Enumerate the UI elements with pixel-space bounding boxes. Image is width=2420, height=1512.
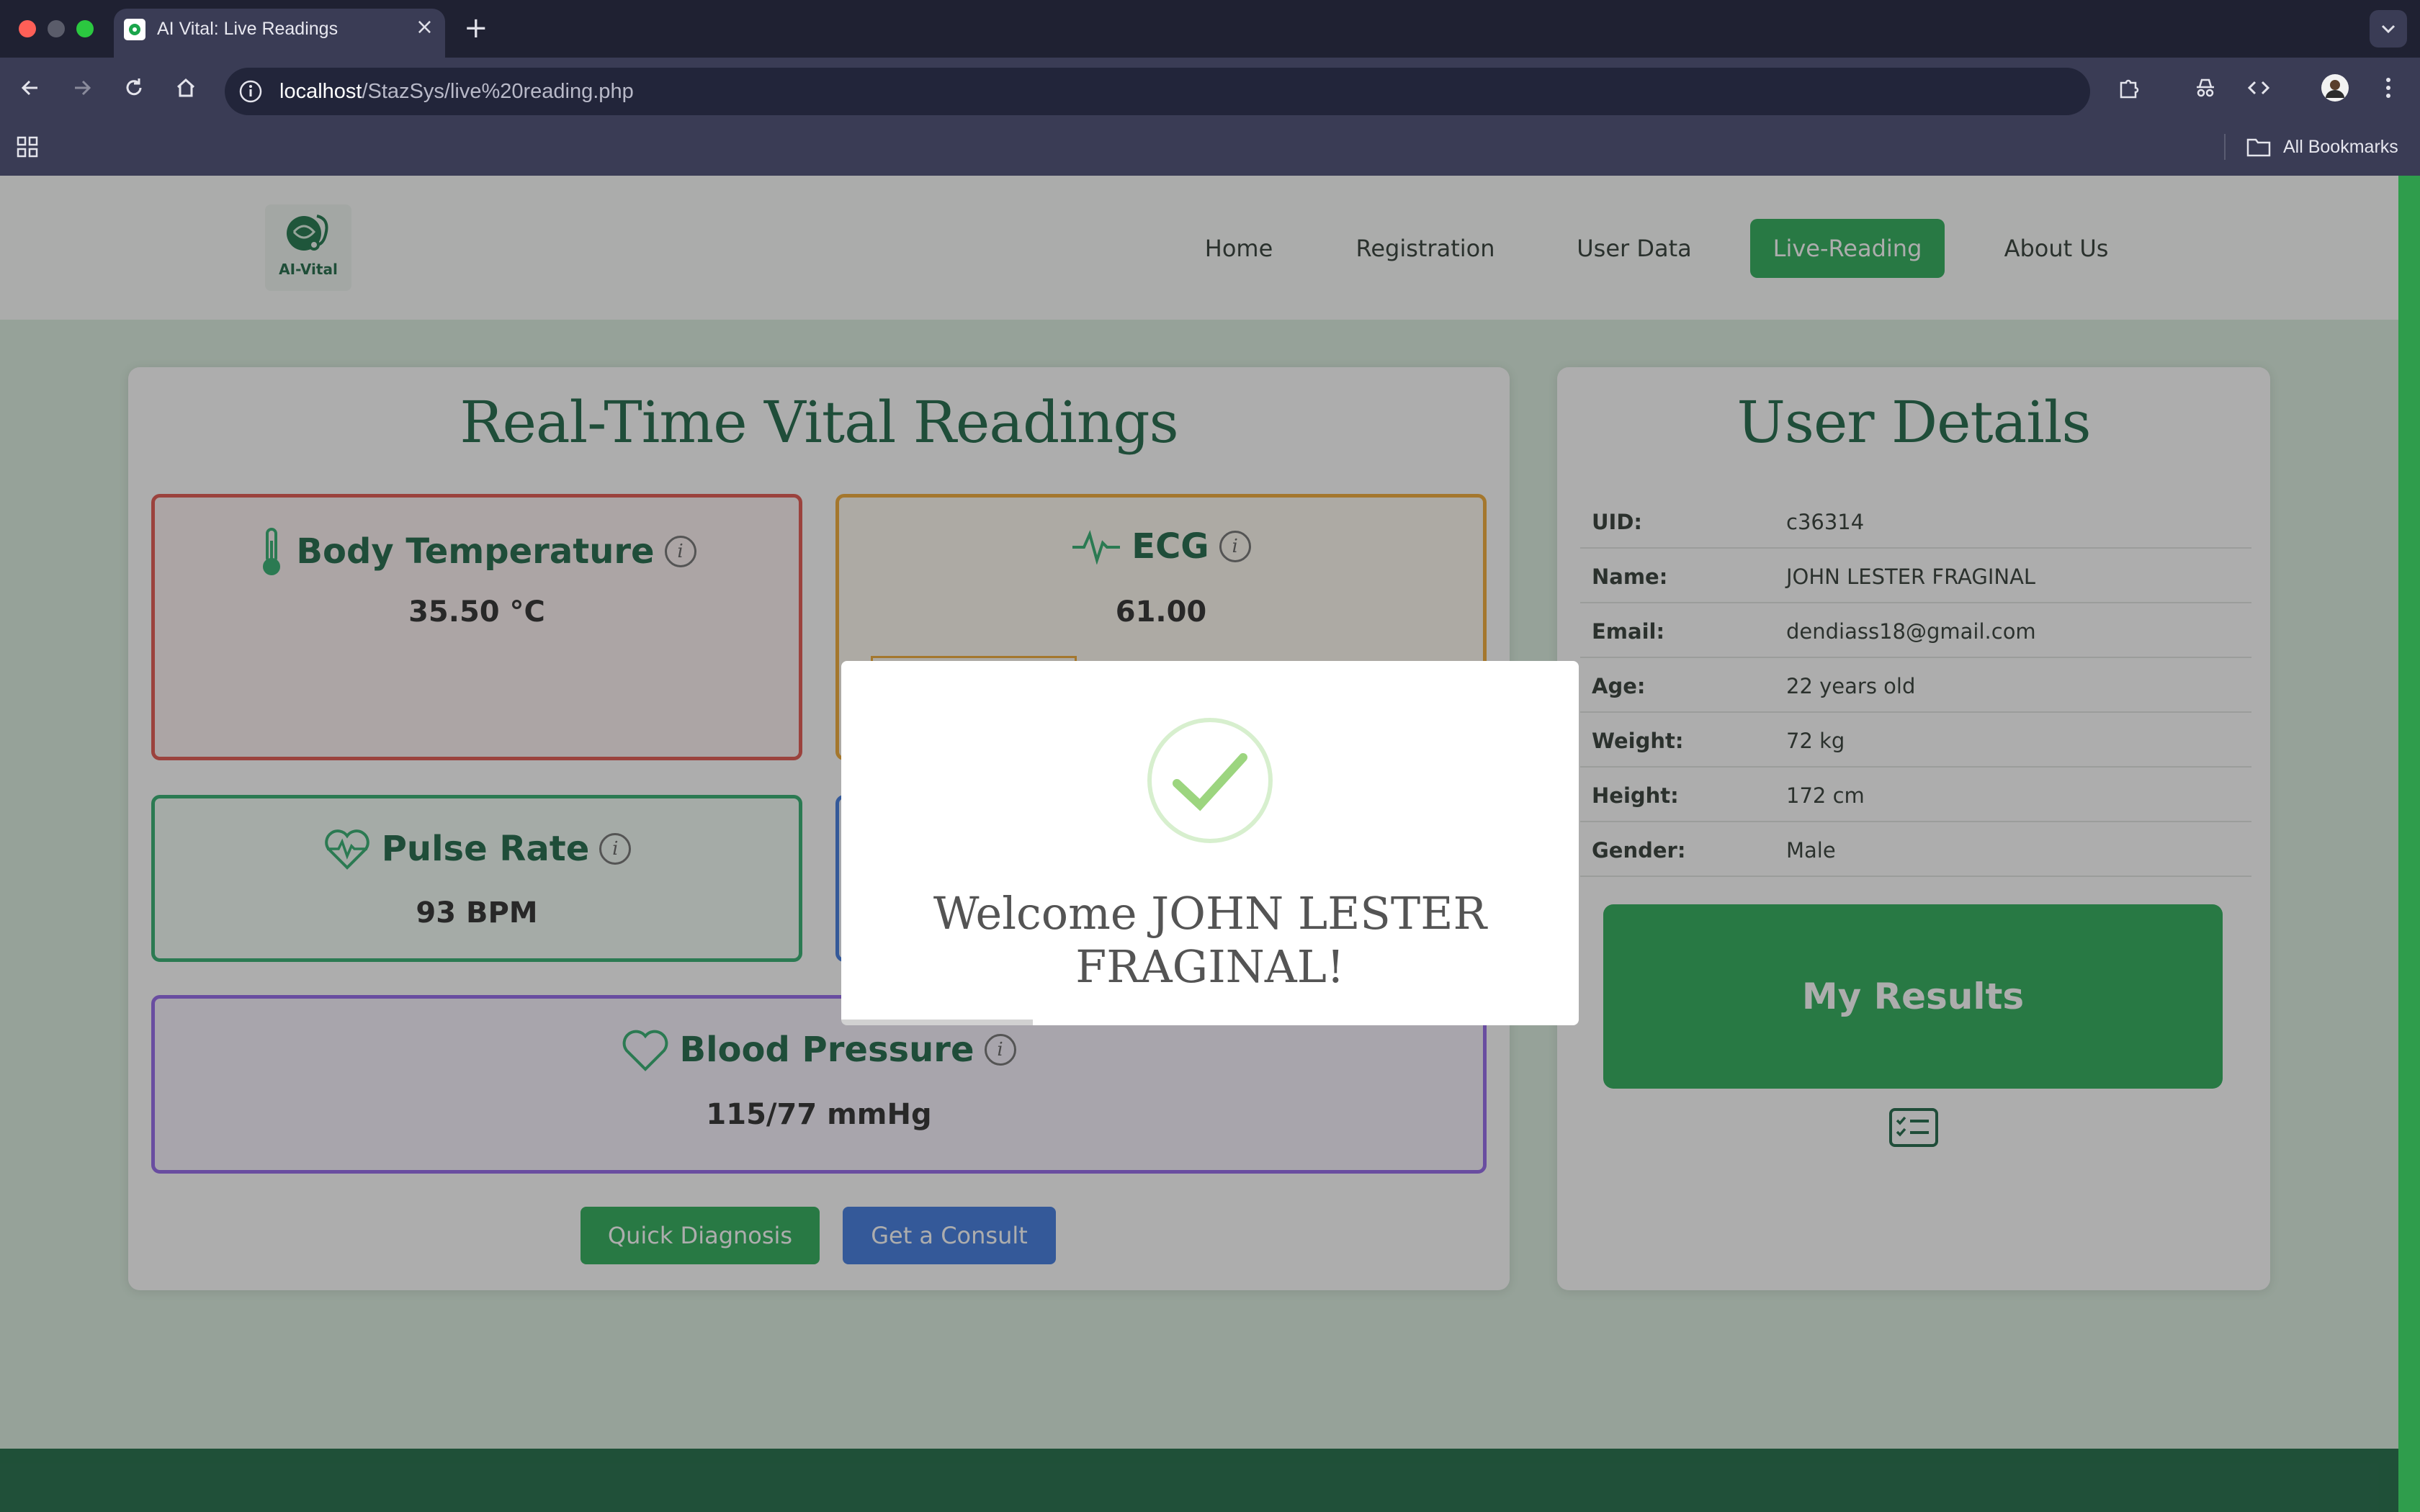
browser-menu-button[interactable] [2374,73,2403,102]
incognito-icon [2197,78,2214,97]
avatar-icon [2321,74,2349,102]
new-tab-button[interactable]: + [464,12,488,45]
arrow-left-icon [21,80,37,96]
site-favicon-icon [124,19,145,40]
close-window-button[interactable] [19,20,36,37]
bookmarks-divider [2224,134,2226,160]
welcome-modal: Welcome JOHN LESTER FRAGINAL! [841,661,1579,1025]
browser-tab-strip: AI Vital: Live Readings × + [0,0,2420,59]
home-button[interactable] [171,73,200,102]
extensions-button[interactable] [2115,73,2143,102]
url-host: localhost [279,80,362,103]
kebab-menu-icon [2386,78,2390,98]
tab-close-icon[interactable]: × [416,14,434,40]
apps-grid-icon[interactable] [16,135,39,161]
reload-button[interactable] [120,73,148,102]
modal-timer-progress [841,1020,1034,1025]
active-tab[interactable]: AI Vital: Live Readings × [114,9,445,59]
maximize-window-button[interactable] [76,20,94,37]
reload-icon [126,78,142,96]
page-scrollbar[interactable] [2398,176,2420,1512]
tab-title: AI Vital: Live Readings [157,19,339,39]
back-button[interactable] [16,73,45,102]
all-bookmarks-link[interactable]: All Bookmarks [2283,137,2398,158]
minimize-window-button[interactable] [48,20,65,37]
welcome-message: Welcome JOHN LESTER FRAGINAL! [933,887,1487,993]
site-info-icon[interactable] [238,78,264,107]
folder-icon [2246,135,2272,161]
address-bar[interactable]: localhost/StazSys/live%20reading.php [225,68,2090,115]
url-text[interactable]: localhost/StazSys/live%20reading.php [279,80,634,104]
bookmarks-bar: All Bookmarks [0,118,2420,176]
success-check-icon [1147,718,1273,843]
chevron-down-icon [2381,24,2396,34]
arrow-right-icon [75,80,91,96]
url-path: /StazSys/live%20reading.php [362,80,634,103]
tab-search-button[interactable] [2370,10,2407,48]
devtools-button[interactable] [2244,73,2273,102]
profile-avatar[interactable] [2321,73,2349,102]
forward-button[interactable] [68,73,97,102]
code-icon [2247,81,2270,95]
incognito-button[interactable] [2191,73,2220,102]
home-icon [176,78,195,97]
puzzle-icon [2120,79,2139,99]
